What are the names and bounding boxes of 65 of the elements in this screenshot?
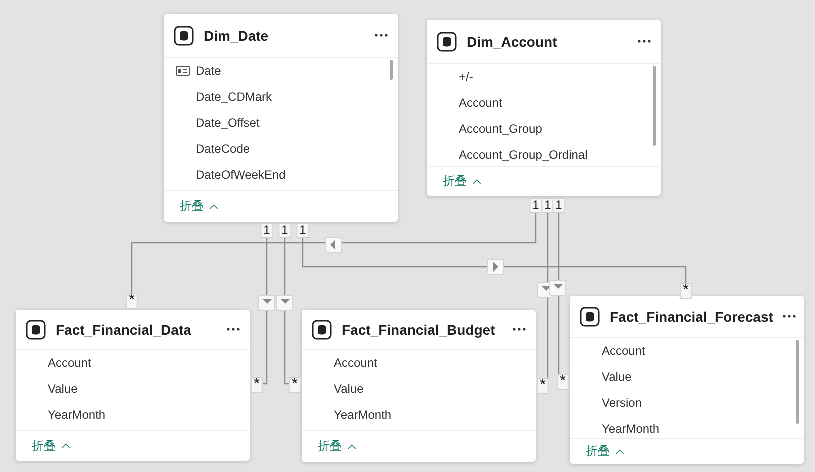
collapse-link[interactable]: 折叠 <box>180 198 221 215</box>
field-name[interactable]: YearMonth <box>602 422 660 436</box>
scrollbar[interactable] <box>796 340 799 424</box>
cardinality-label: * <box>288 377 302 393</box>
scrollbar[interactable] <box>653 66 656 146</box>
table-card[interactable]: Dim_Date Date Date_CDMark Date_Offset DateCode DateOfWeekEnd 折叠 <box>164 14 398 222</box>
collapse-link[interactable]: 折叠 <box>32 438 73 454</box>
field-name[interactable]: DateOfWeekEnd <box>196 168 286 182</box>
cardinality-label: * <box>680 283 692 299</box>
field-name[interactable]: Value <box>602 370 632 384</box>
cardinality-label: 1 <box>296 223 310 238</box>
more-icon <box>638 40 651 43</box>
database-icon <box>312 320 332 340</box>
field-name[interactable]: Date_Offset <box>196 116 260 130</box>
more-icon <box>513 328 526 331</box>
more-icon <box>375 34 388 37</box>
field-name[interactable]: DateCode <box>196 142 250 156</box>
field-name[interactable]: Value <box>48 382 78 396</box>
cardinality-label: 1 <box>260 223 274 238</box>
table-name: Fact_Financial_Forecast <box>610 308 774 324</box>
more-options-button[interactable] <box>375 34 388 37</box>
table-name: Fact_Financial_Budget <box>342 322 496 338</box>
field-name[interactable]: +/- <box>459 70 474 84</box>
table-name: Dim_Date <box>204 28 270 44</box>
field-name[interactable]: Value <box>334 382 364 396</box>
field-name[interactable]: Account_Group <box>459 122 542 136</box>
cardinality-label: * <box>536 378 550 394</box>
cardinality-label: * <box>250 377 264 393</box>
table-card[interactable]: Dim_Account +/- Account Account_Group Account_Group_Ordinal 折叠 <box>427 20 661 196</box>
database-icon <box>580 306 600 326</box>
table-card[interactable]: Fact_Financial_Data Account Value YearMonth 折叠 <box>16 310 250 461</box>
field-name[interactable]: Account <box>602 344 646 358</box>
field-name[interactable]: YearMonth <box>334 408 392 422</box>
cardinality-label: * <box>556 374 570 390</box>
table-name: Dim_Account <box>467 34 558 50</box>
field-name[interactable]: YearMonth <box>48 408 106 422</box>
field-name[interactable]: Account <box>459 96 502 110</box>
more-icon <box>783 315 796 318</box>
cardinality-label: 1 <box>530 198 542 213</box>
database-icon <box>26 320 46 340</box>
table-card[interactable]: Fact_Financial_Forecast Account Value Version YearMonth 折叠 <box>570 296 804 464</box>
cardinality-label: * <box>126 293 138 309</box>
table-card[interactable]: Fact_Financial_Budget Account Value YearMonth 折叠 <box>302 310 536 462</box>
id-card-icon <box>176 66 190 76</box>
more-options-button[interactable] <box>513 328 526 331</box>
table-name: Fact_Financial_Data <box>56 322 192 338</box>
more-options-button[interactable] <box>783 315 796 318</box>
field-name[interactable]: Date <box>196 64 222 78</box>
cardinality-label: 1 <box>278 223 292 238</box>
field-name[interactable]: Date_CDMark <box>196 90 272 104</box>
more-options-button[interactable] <box>638 40 651 43</box>
collapse-link[interactable]: 折叠 <box>586 443 627 460</box>
scrollbar[interactable] <box>390 60 393 80</box>
field-name[interactable]: Account_Group_Ordinal <box>459 148 588 162</box>
database-icon <box>174 26 194 46</box>
more-icon <box>227 328 240 331</box>
collapse-link[interactable]: 折叠 <box>318 438 359 455</box>
cardinality-label: 1 <box>542 198 554 213</box>
field-name[interactable]: Account <box>48 356 92 370</box>
cardinality-label: 1 <box>552 198 566 213</box>
field-name[interactable]: Account <box>334 356 378 370</box>
database-icon <box>437 32 457 52</box>
field-name[interactable]: Version <box>602 396 642 410</box>
collapse-link[interactable]: 折叠 <box>443 173 484 190</box>
more-options-button[interactable] <box>227 328 240 331</box>
